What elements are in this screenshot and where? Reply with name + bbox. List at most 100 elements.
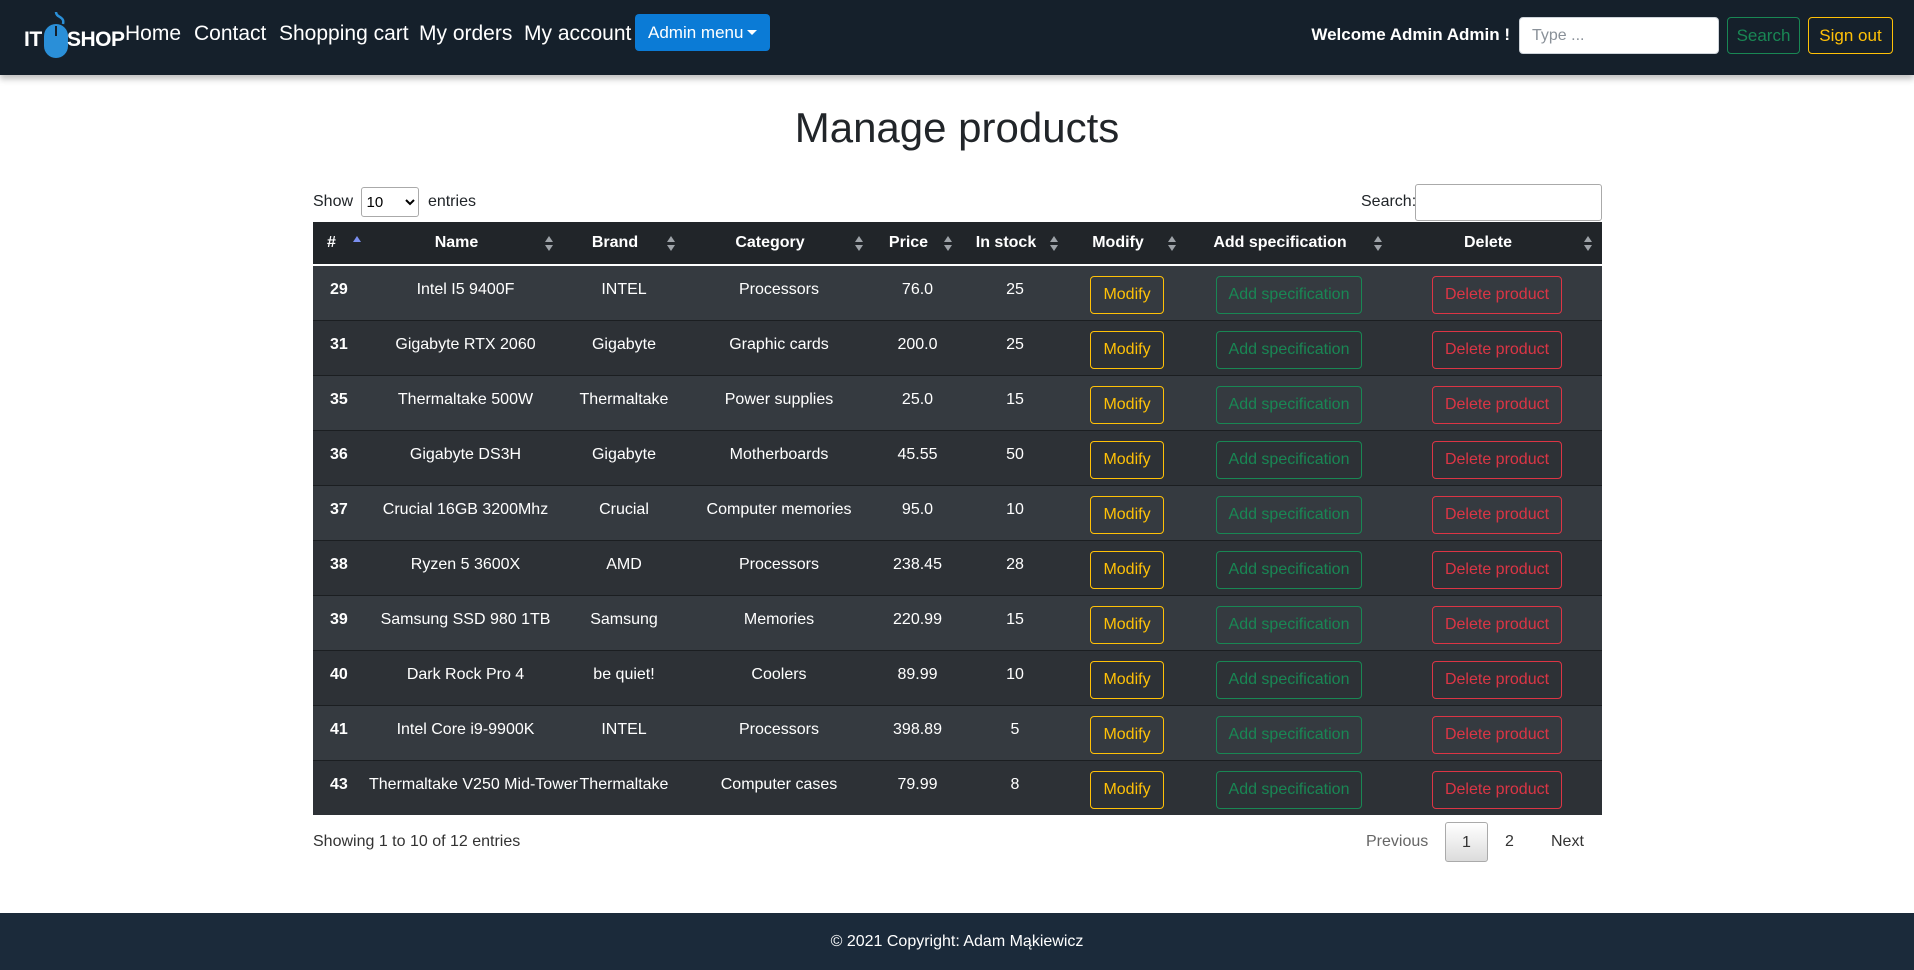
cell-stock: 10 (962, 649, 1068, 705)
table-search-input[interactable] (1415, 184, 1602, 221)
nav-my-account[interactable]: My account (524, 22, 631, 46)
modify-button[interactable]: Modify (1090, 605, 1164, 644)
delete-product-button[interactable]: Delete product (1431, 495, 1563, 534)
column-header-stock[interactable]: In stock (962, 222, 1068, 266)
modify-button[interactable]: Modify (1090, 276, 1164, 314)
nav-contact[interactable]: Contact (194, 22, 266, 46)
modify-button[interactable]: Modify (1090, 715, 1164, 754)
cell-price: 25.0 (873, 374, 962, 430)
page-length-select[interactable]: 10 (361, 187, 420, 217)
cell-add-specification: Add specification (1186, 484, 1392, 540)
add-specification-button[interactable]: Add specification (1215, 440, 1363, 479)
cell-stock: 25 (962, 264, 1068, 320)
delete-product-button[interactable]: Delete product (1431, 770, 1563, 809)
cell-name: Thermaltake 500W (368, 374, 563, 430)
cell-modify: Modify (1068, 264, 1186, 320)
column-header-label: Add specification (1213, 234, 1347, 251)
sort-icon (1050, 236, 1058, 252)
column-header-label: Modify (1092, 234, 1144, 251)
cell-brand: Gigabyte (563, 319, 685, 375)
cell-brand: AMD (563, 539, 685, 595)
cell-category: Processors (685, 539, 873, 595)
cell-add-specification: Add specification (1186, 539, 1392, 595)
column-header-name[interactable]: Name (368, 222, 563, 266)
cell-id: 35 (313, 374, 368, 430)
column-header-price[interactable]: Price (873, 222, 962, 266)
pagination-previous[interactable]: Previous (1366, 822, 1428, 862)
modify-button[interactable]: Modify (1090, 770, 1164, 809)
delete-product-button[interactable]: Delete product (1431, 330, 1563, 369)
delete-product-button[interactable]: Delete product (1431, 385, 1563, 424)
logo-text-left: IT (24, 28, 42, 51)
nav-my-orders[interactable]: My orders (419, 22, 512, 46)
admin-menu-button[interactable]: Admin menu (635, 14, 770, 51)
column-header-modify[interactable]: Modify (1068, 222, 1186, 266)
cell-delete: Delete product (1392, 264, 1602, 320)
delete-product-button[interactable]: Delete product (1431, 660, 1563, 699)
nav-shopping-cart[interactable]: Shopping cart (279, 22, 409, 46)
cell-id: 38 (313, 539, 368, 595)
show-label: Show (313, 193, 354, 211)
delete-product-button[interactable]: Delete product (1431, 605, 1563, 644)
cell-delete: Delete product (1392, 594, 1602, 650)
modify-button[interactable]: Modify (1090, 330, 1164, 369)
add-specification-button[interactable]: Add specification (1215, 276, 1363, 314)
add-specification-button[interactable]: Add specification (1215, 605, 1363, 644)
delete-product-button[interactable]: Delete product (1431, 715, 1563, 754)
modify-button[interactable]: Modify (1090, 660, 1164, 699)
cell-brand: Samsung (563, 594, 685, 650)
add-specification-button[interactable]: Add specification (1215, 330, 1363, 369)
cell-category: Coolers (685, 649, 873, 705)
modify-button[interactable]: Modify (1090, 550, 1164, 589)
add-specification-button[interactable]: Add specification (1215, 715, 1363, 754)
page-length-control: Show 10 entries (313, 187, 476, 217)
cell-category: Computer memories (685, 484, 873, 540)
column-header-label: Delete (1463, 234, 1513, 251)
table-row: 37 Crucial 16GB 3200Mhz Crucial Computer… (313, 484, 1602, 540)
cell-brand: Thermaltake (563, 759, 685, 815)
cell-delete: Delete product (1392, 429, 1602, 485)
cell-add-specification: Add specification (1186, 429, 1392, 485)
add-specification-button[interactable]: Add specification (1215, 385, 1363, 424)
pagination-page-2[interactable]: 2 (1505, 822, 1514, 862)
delete-product-button[interactable]: Delete product (1431, 440, 1563, 479)
modify-button[interactable]: Modify (1090, 440, 1164, 479)
sort-asc-icon (353, 236, 361, 242)
modify-button[interactable]: Modify (1090, 495, 1164, 534)
column-header-brand[interactable]: Brand (563, 222, 685, 266)
cell-modify: Modify (1068, 374, 1186, 430)
page-title: Manage products (794, 104, 1120, 151)
column-header-add-specification[interactable]: Add specification (1186, 222, 1392, 266)
pagination-page-1[interactable]: 1 (1445, 822, 1488, 862)
delete-product-button[interactable]: Delete product (1431, 276, 1563, 314)
site-logo[interactable]: IT SHOP (22, 10, 125, 66)
add-specification-button[interactable]: Add specification (1215, 495, 1363, 534)
nav-search-input[interactable] (1519, 17, 1719, 54)
add-specification-button[interactable]: Add specification (1215, 660, 1363, 699)
table-row: 38 Ryzen 5 3600X AMD Processors 238.45 2… (313, 539, 1602, 595)
column-header-delete[interactable]: Delete (1392, 222, 1602, 266)
sort-icon (1584, 236, 1592, 252)
column-header-label: Price (888, 234, 929, 251)
nav-search-button[interactable]: Search (1727, 17, 1800, 54)
table-search-label: Search: (1361, 193, 1417, 210)
add-specification-button[interactable]: Add specification (1215, 770, 1363, 809)
table-row: 41 Intel Core i9-9900K INTEL Processors … (313, 704, 1602, 760)
cell-delete: Delete product (1392, 704, 1602, 760)
column-header-category[interactable]: Category (685, 222, 873, 266)
pagination-next[interactable]: Next (1551, 822, 1584, 862)
cell-delete: Delete product (1392, 484, 1602, 540)
sign-out-button[interactable]: Sign out (1808, 17, 1893, 54)
sort-icon (944, 236, 952, 252)
cell-modify: Modify (1068, 594, 1186, 650)
table-row: 43 Thermaltake V250 Mid-Tower Thermaltak… (313, 759, 1602, 815)
add-specification-button[interactable]: Add specification (1215, 550, 1363, 589)
cell-delete: Delete product (1392, 539, 1602, 595)
cell-price: 95.0 (873, 484, 962, 540)
column-header-id[interactable]: # (313, 222, 368, 266)
cell-stock: 10 (962, 484, 1068, 540)
table-body: 29 Intel I5 9400F INTEL Processors 76.0 … (313, 264, 1602, 815)
modify-button[interactable]: Modify (1090, 385, 1164, 424)
delete-product-button[interactable]: Delete product (1431, 550, 1563, 589)
nav-home[interactable]: Home (125, 22, 181, 46)
